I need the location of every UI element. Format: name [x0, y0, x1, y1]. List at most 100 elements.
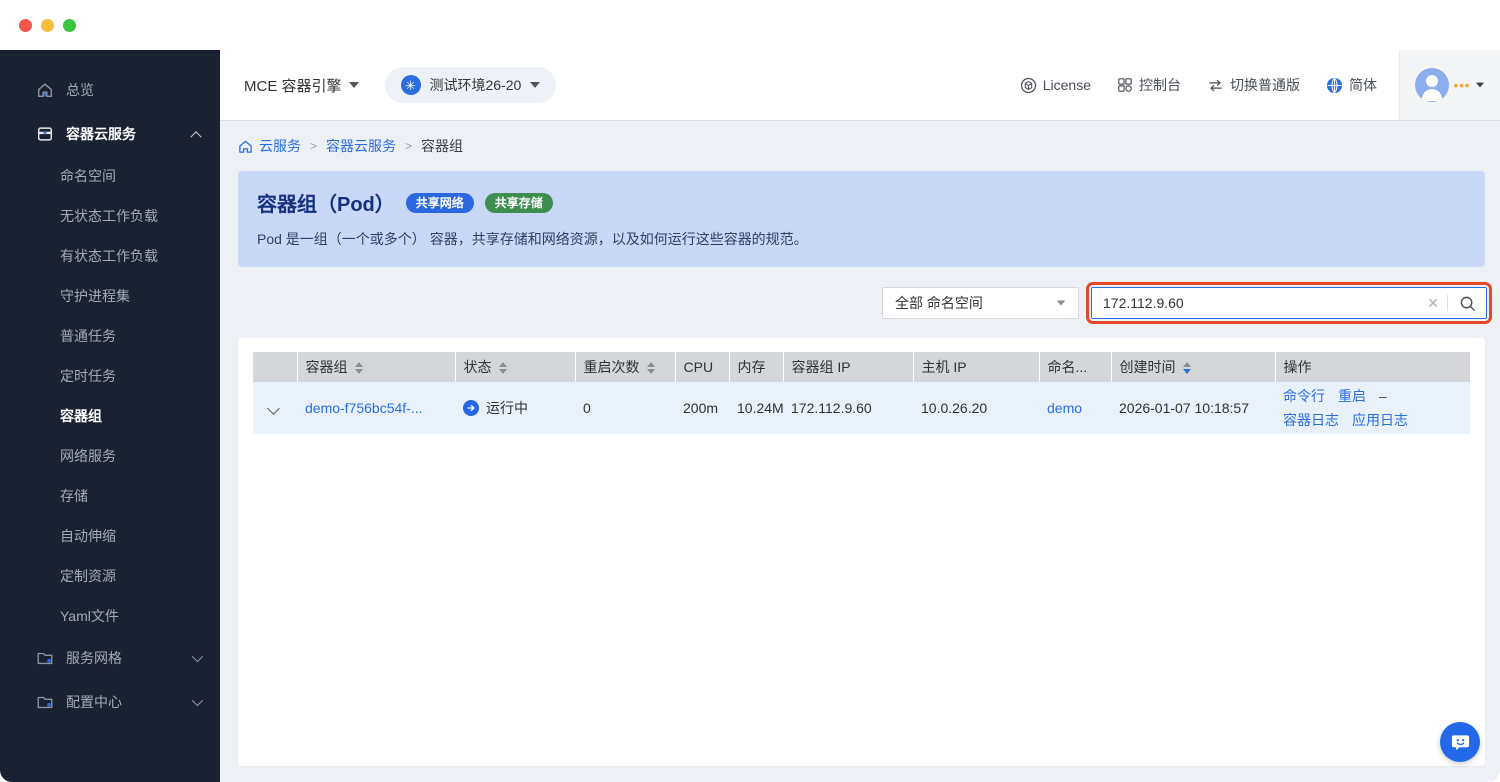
status-cell: 运行中 [455, 382, 575, 434]
sidebar-item-container-cloud[interactable]: 容器云服务 [0, 112, 220, 156]
minimize-button[interactable] [41, 18, 54, 32]
license-label: License [1042, 77, 1091, 93]
action-app-logs[interactable]: 应用日志 [1352, 410, 1408, 430]
sidebar-item-label: 总览 [66, 82, 94, 98]
sidebar-item-daemonset[interactable]: 守护进程集 [0, 276, 220, 316]
col-cpu: CPU [675, 352, 730, 382]
switch-edition-link[interactable]: 切换普通版 [1207, 75, 1300, 95]
sidebar-sub-label: 自动伸缩 [60, 528, 116, 544]
sort-icon-desc[interactable] [1182, 362, 1191, 375]
search-box: ✕ [1091, 287, 1487, 319]
product-name: MCE 容器引擎 [244, 77, 342, 95]
chevron-down-icon [191, 650, 204, 663]
expand-row-icon[interactable] [267, 402, 280, 415]
sidebar-item-pods[interactable]: 容器组 [0, 396, 220, 436]
product-switcher[interactable]: MCE 容器引擎 [244, 75, 359, 96]
avatar [1414, 68, 1449, 102]
search-input[interactable] [1092, 295, 1420, 311]
pod-name-cell: demo-f756bc54f-... [297, 382, 455, 434]
sidebar-item-stateless-workload[interactable]: 无状态工作负载 [0, 196, 220, 236]
console-link[interactable]: 控制台 [1117, 75, 1181, 95]
sidebar-item-config-center[interactable]: 配置中心 [0, 680, 220, 724]
running-status-icon [463, 400, 479, 416]
shared-network-badge: 共享网络 [405, 192, 474, 213]
col-label: 主机 IP [921, 359, 967, 375]
namespace-cell: demo [1039, 382, 1111, 434]
action-terminal[interactable]: 命令行 [1283, 386, 1325, 406]
pod-name-link[interactable]: demo-f756bc54f-... [305, 400, 423, 416]
page-title: 容器组（Pod） [257, 194, 395, 216]
namespace-select[interactable]: 全部 命名空间 [882, 287, 1079, 319]
zoom-button[interactable] [63, 18, 76, 32]
breadcrumb-current: 容器组 [421, 138, 464, 154]
sidebar-item-namespace[interactable]: 命名空间 [0, 156, 220, 196]
sidebar-item-job[interactable]: 普通任务 [0, 316, 220, 356]
chevron-down-icon [191, 694, 204, 707]
sidebar-item-cronjob[interactable]: 定时任务 [0, 356, 220, 396]
col-host-ip: 主机 IP [913, 352, 1040, 382]
chevron-up-icon [190, 131, 202, 143]
sidebar-sub-label: 守护进程集 [60, 288, 130, 304]
breadcrumb-cloud-service[interactable]: 云服务 [238, 136, 301, 156]
col-pod-name[interactable]: 容器组 [297, 352, 456, 382]
pod-info-banner: 容器组（Pod） 共享网络 共享存储 Pod 是一组（一个或多个） 容器，共享存… [238, 171, 1485, 267]
col-created[interactable]: 创建时间 [1111, 352, 1276, 382]
license-link[interactable]: License [1020, 77, 1091, 94]
sidebar-sub-label: 定时任务 [60, 368, 116, 384]
chat-support-button[interactable] [1440, 722, 1480, 762]
folder-icon [36, 693, 54, 711]
status-text: 运行中 [486, 400, 528, 416]
search-highlight-annotation: ✕ [1086, 282, 1492, 324]
created-cell: 2026-01-07 10:18:57 [1111, 382, 1275, 434]
globe-icon [1326, 77, 1343, 94]
action-dash: – [1379, 388, 1387, 404]
sort-icon[interactable] [498, 362, 507, 375]
user-menu[interactable]: ••• [1399, 50, 1500, 120]
container-service-icon [36, 125, 54, 143]
macos-titlebar [0, 0, 1500, 50]
sidebar-item-stateful-workload[interactable]: 有状态工作负载 [0, 236, 220, 276]
sidebar-item-custom-resource[interactable]: 定制资源 [0, 556, 220, 596]
col-label: 容器组 IP [791, 359, 851, 375]
action-container-logs[interactable]: 容器日志 [1283, 410, 1339, 430]
table-toolbar: 全部 命名空间 ✕ [238, 280, 1492, 326]
host-ip-cell: 10.0.26.20 [913, 382, 1039, 434]
col-label: 操作 [1283, 359, 1312, 375]
console-grid-icon [1117, 77, 1133, 93]
sidebar-item-network-service[interactable]: 网络服务 [0, 436, 220, 476]
sort-icon[interactable] [646, 362, 655, 375]
col-label: 重启次数 [583, 359, 640, 375]
restarts-cell: 0 [575, 382, 675, 434]
col-status[interactable]: 状态 [455, 352, 576, 382]
col-restarts[interactable]: 重启次数 [575, 352, 676, 382]
col-namespace: 命名... [1039, 352, 1112, 382]
pods-table: 容器组 状态 重启次数 CPU 内存 容器组 IP 主机 IP 命名... 创建… [253, 352, 1470, 434]
caret-down-icon [348, 82, 359, 88]
action-restart[interactable]: 重启 [1338, 386, 1366, 406]
sidebar-sub-label: 普通任务 [60, 328, 116, 344]
environment-name: 测试环境26-20 [429, 77, 522, 93]
topbar: MCE 容器引擎 ✳ 测试环境26-20 License 控制台 切换普通版 简… [220, 50, 1500, 120]
home-icon [239, 140, 252, 153]
sidebar-item-yaml-file[interactable]: Yaml文件 [0, 596, 220, 636]
breadcrumb-separator: > [405, 139, 413, 153]
home-icon [36, 81, 54, 99]
namespace-link[interactable]: demo [1047, 400, 1082, 416]
search-button[interactable] [1448, 288, 1486, 318]
memory-cell: 10.24M [729, 382, 783, 434]
breadcrumb-container-cloud[interactable]: 容器云服务 [326, 136, 396, 156]
sidebar-item-service-mesh[interactable]: 服务网格 [0, 636, 220, 680]
pod-ip-cell: 172.112.9.60 [783, 382, 913, 434]
sidebar-sub-label: 命名空间 [60, 168, 116, 184]
sidebar-item-storage[interactable]: 存储 [0, 476, 220, 516]
col-label: 命名... [1047, 359, 1088, 375]
switch-edition-label: 切换普通版 [1230, 77, 1300, 93]
sort-icon[interactable] [354, 362, 363, 375]
close-button[interactable] [19, 18, 32, 32]
environment-selector[interactable]: ✳ 测试环境26-20 [384, 67, 557, 103]
search-icon [1460, 296, 1475, 311]
sidebar-item-overview[interactable]: 总览 [0, 68, 220, 112]
clear-icon[interactable]: ✕ [1419, 295, 1447, 312]
sidebar-item-autoscaling[interactable]: 自动伸缩 [0, 516, 220, 556]
language-switcher[interactable]: 简体 [1326, 75, 1377, 95]
